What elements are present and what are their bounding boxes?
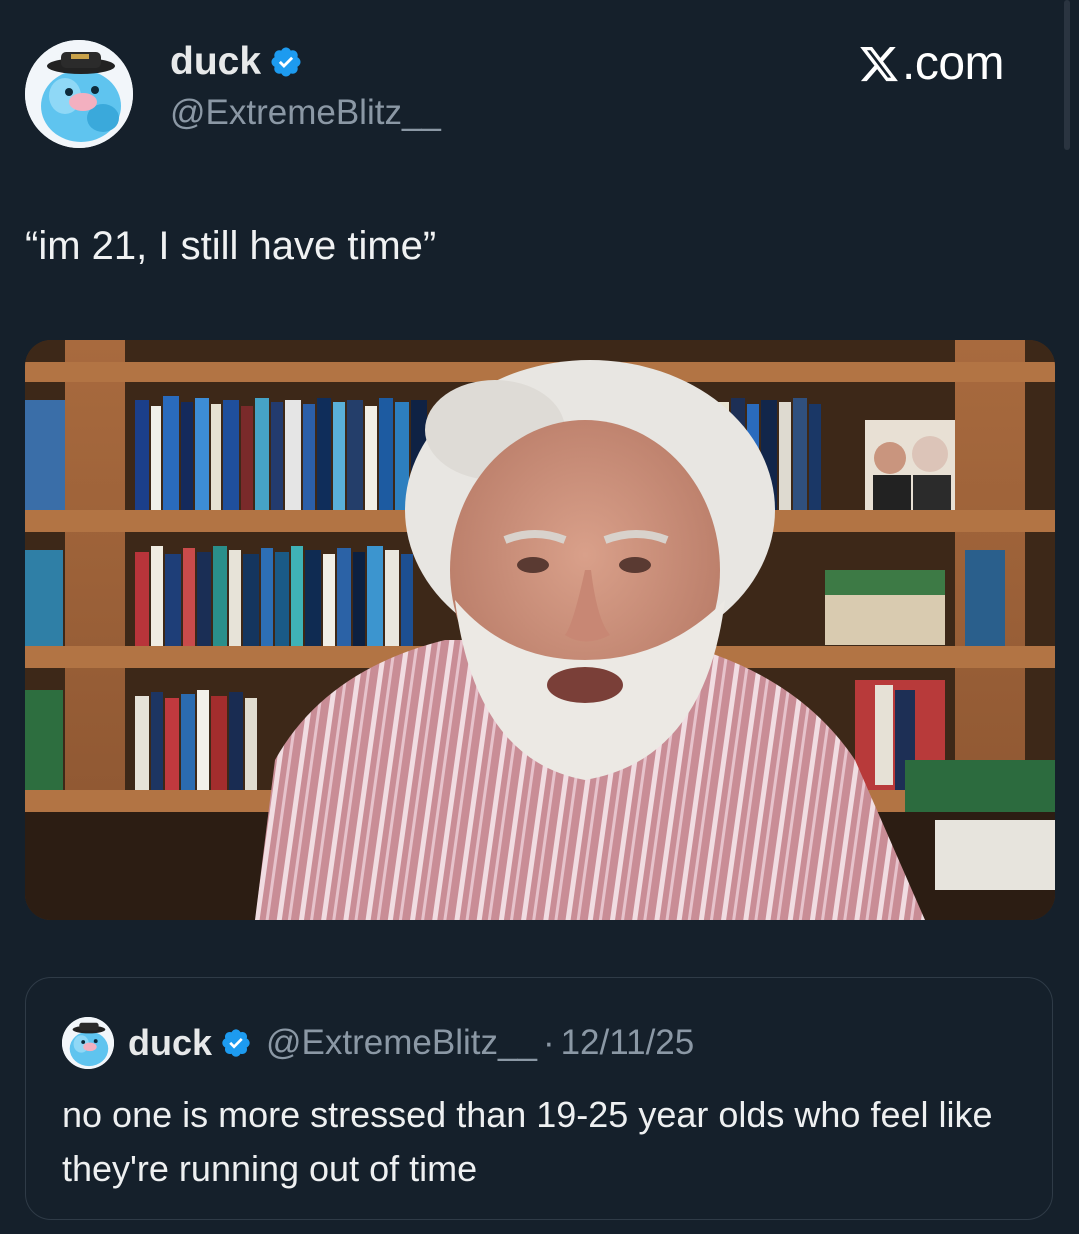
quoted-post-date[interactable]: 12/11/25 bbox=[561, 1023, 695, 1063]
photo-bookshelf-scene bbox=[25, 340, 1055, 920]
quoted-author-handle[interactable]: @ExtremeBlitz__ bbox=[266, 1023, 537, 1063]
scrollbar[interactable] bbox=[1064, 0, 1070, 150]
quoted-post-header: duck @ExtremeBlitz__ · 12/11/25 bbox=[62, 1017, 695, 1069]
x-logo-icon bbox=[860, 46, 898, 82]
verified-badge-icon bbox=[271, 47, 301, 77]
quoted-author-name[interactable]: duck bbox=[128, 1022, 212, 1064]
author-handle[interactable]: @ExtremeBlitz__ bbox=[170, 92, 441, 134]
author-name-text: duck bbox=[170, 40, 262, 83]
duck-avatar-icon bbox=[25, 40, 133, 148]
duck-avatar-icon bbox=[62, 1017, 114, 1069]
post-media-image[interactable] bbox=[25, 340, 1055, 920]
quoted-post-text: no one is more stressed than 19-25 year … bbox=[62, 1094, 993, 1189]
brand-watermark: .com bbox=[858, 37, 1005, 90]
quoted-avatar[interactable] bbox=[62, 1017, 114, 1069]
quoted-post-card[interactable]: duck @ExtremeBlitz__ · 12/11/25 no one i… bbox=[25, 977, 1053, 1220]
avatar[interactable] bbox=[25, 40, 133, 148]
quoted-separator: · bbox=[542, 1023, 555, 1062]
author-display-name[interactable]: duck bbox=[170, 40, 303, 84]
brand-domain-text: .com bbox=[902, 37, 1005, 90]
post-text: “im 21, I still have time” bbox=[25, 224, 437, 268]
verified-badge-icon bbox=[222, 1029, 250, 1057]
